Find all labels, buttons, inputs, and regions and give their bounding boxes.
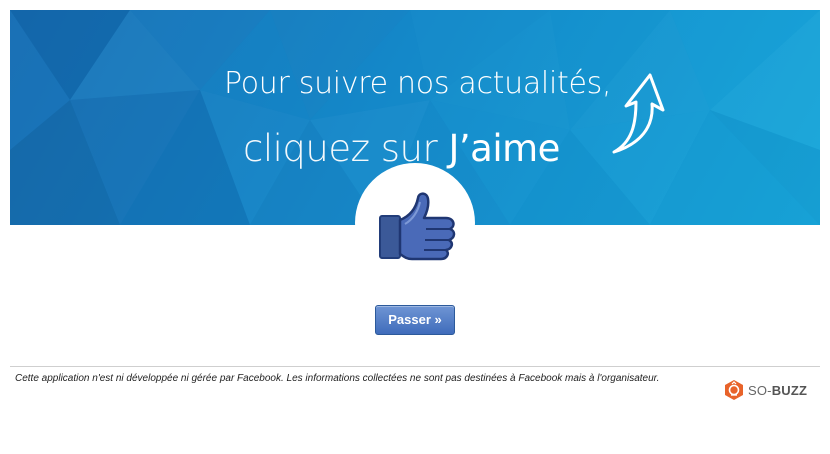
app-page: Pour suivre nos actualités, cliquez sur …: [0, 0, 830, 454]
thumbs-up-icon[interactable]: [378, 190, 456, 262]
skip-button[interactable]: Passer »: [375, 305, 455, 335]
banner-headline-like-word: J’aime: [448, 127, 561, 170]
facebook-disclaimer: Cette application n'est ni développée ni…: [15, 373, 660, 384]
footer-divider: [10, 366, 820, 367]
brand-suffix: BUZZ: [771, 382, 808, 398]
so-buzz-logo-icon: [725, 380, 743, 400]
brand-prefix: SO-: [748, 382, 772, 398]
so-buzz-link[interactable]: SO-BUZZ: [724, 378, 807, 402]
so-buzz-brand-text: SO-BUZZ: [748, 383, 807, 398]
banner-headline-line1: Pour suivre nos actualités,: [224, 66, 612, 101]
curved-up-arrow-icon: [612, 73, 665, 154]
